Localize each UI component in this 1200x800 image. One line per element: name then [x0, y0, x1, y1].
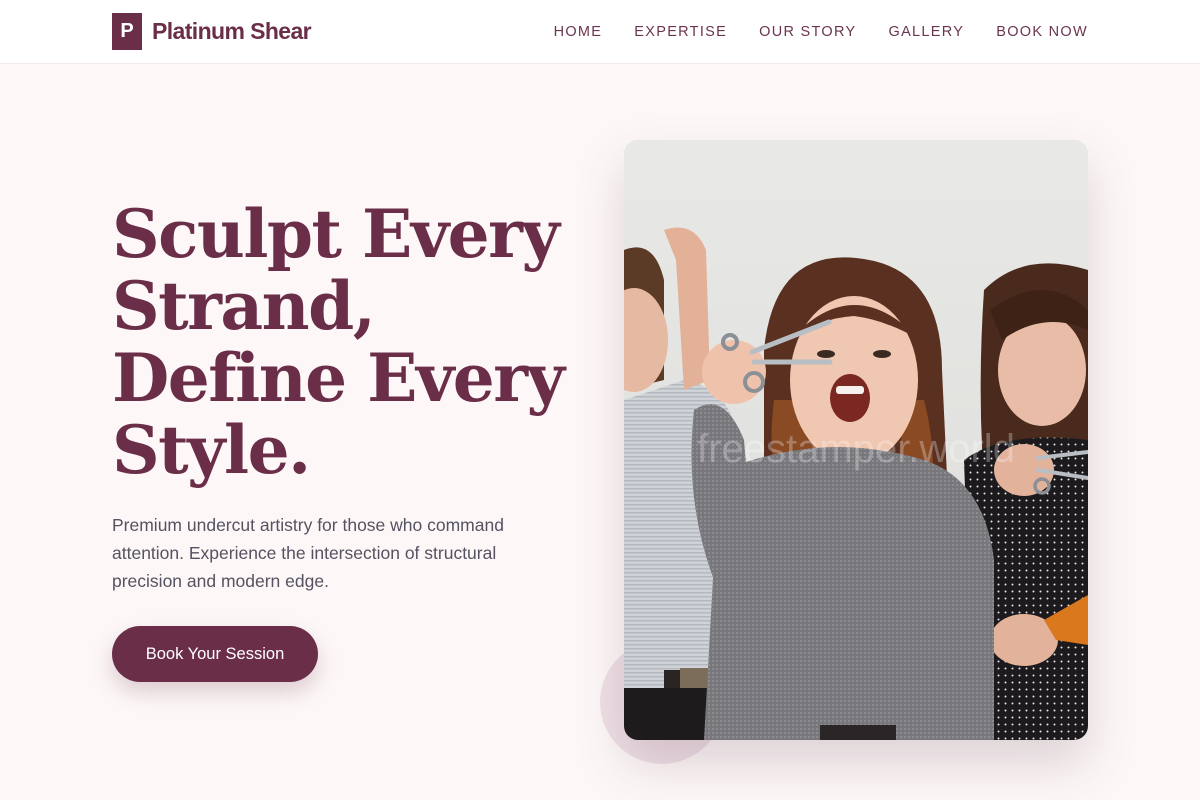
photo-watermark: freestamper.world — [697, 427, 1015, 471]
hero-title-line-2: Strand, — [112, 267, 376, 345]
brand-name: Platinum Shear — [152, 18, 312, 44]
nav-home[interactable]: HOME — [554, 24, 603, 40]
stylists-photo-illustration: freestamper.world — [624, 140, 1088, 740]
nav-book-now[interactable]: BOOK NOW — [996, 24, 1088, 40]
hero-title-line-4: Style. — [112, 411, 311, 489]
main-nav: HOME EXPERTISE OUR STORY GALLERY BOOK NO… — [554, 0, 1088, 64]
brand-logo[interactable]: P Platinum Shear — [112, 13, 312, 50]
hero-photo: freestamper.world — [624, 140, 1088, 740]
logo-mark-icon: P — [112, 13, 142, 50]
book-session-button[interactable]: Book Your Session — [112, 626, 318, 682]
nav-our-story[interactable]: OUR STORY — [759, 24, 856, 40]
site-header: P Platinum Shear HOME EXPERTISE OUR STOR… — [0, 0, 1200, 64]
nav-gallery[interactable]: GALLERY — [889, 24, 965, 40]
hero-title-line-1: Sculpt Every — [112, 195, 560, 273]
hero-title: Sculpt Every Strand, Define Every Style. — [112, 198, 582, 486]
hero-description: Premium undercut artistry for those who … — [112, 515, 504, 591]
hero-title-line-3: Define Every — [112, 339, 565, 417]
nav-expertise[interactable]: EXPERTISE — [634, 24, 727, 40]
